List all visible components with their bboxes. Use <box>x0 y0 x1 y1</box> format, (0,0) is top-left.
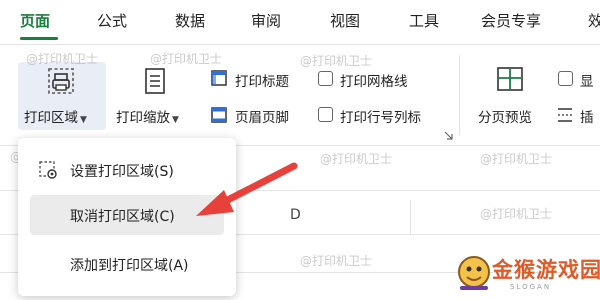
monkey-logo-icon <box>458 256 490 290</box>
tab-effect[interactable]: 效 <box>588 10 600 31</box>
print-gridlines-checkbox[interactable] <box>318 71 333 86</box>
brand-logo: 金猴游戏园 SLOGAN <box>452 248 600 298</box>
tab-member[interactable]: 会员专享 <box>481 10 541 31</box>
show-checkbox[interactable] <box>558 71 573 86</box>
set-print-area-icon <box>39 161 57 179</box>
print-scale-icon[interactable] <box>142 66 168 96</box>
tab-view[interactable]: 视图 <box>330 10 360 31</box>
dialog-launcher-icon[interactable] <box>444 131 453 140</box>
watermark-text: @打印机卫士 <box>480 152 553 166</box>
insert-icon <box>558 108 572 122</box>
red-arrow-annotation <box>196 162 298 216</box>
print-scale-label: 打印缩放 <box>116 110 170 126</box>
print-gridlines-label: 打印网格线 <box>340 74 408 90</box>
menu-item-label: 设置打印区域(S) <box>70 164 174 180</box>
print-row-col-headers-label: 打印行号列标 <box>340 110 421 126</box>
column-separator <box>410 200 411 234</box>
menu-item-label: 添加到打印区域(A) <box>70 258 189 274</box>
tab-formula[interactable]: 公式 <box>97 10 127 31</box>
watermark-text: @打印机卫士 <box>320 152 393 166</box>
active-tab-indicator <box>20 37 58 40</box>
insert-label[interactable]: 插 <box>580 106 594 126</box>
chevron-down-icon: ▼ <box>172 115 179 125</box>
print-area-label: 打印区域 <box>24 110 78 126</box>
chevron-down-icon: ▼ <box>80 115 87 125</box>
menu-item-label: 取消打印区域(C) <box>70 209 175 225</box>
tab-page[interactable]: 页面 <box>20 10 50 31</box>
logo-text: 金猴游戏园 <box>492 258 600 282</box>
print-row-col-headers-checkbox[interactable] <box>318 107 333 122</box>
print-titles-button[interactable]: 打印标题 <box>235 70 289 90</box>
logo-slogan: SLOGAN <box>510 283 552 291</box>
page-break-preview-button[interactable]: 分页预览 <box>478 106 532 126</box>
tab-review[interactable]: 审阅 <box>251 10 281 31</box>
print-area-icon[interactable] <box>46 66 76 96</box>
header-footer-icon <box>211 107 227 123</box>
print-area-button[interactable]: 打印区域 ▼ <box>24 106 87 126</box>
show-label: 显 <box>580 74 594 90</box>
ribbon-tab-bar: 页面 公式 数据 审阅 视图 工具 会员专享 效 <box>0 0 600 44</box>
print-scale-button[interactable]: 打印缩放 ▼ <box>116 106 179 126</box>
ribbon-separator <box>459 55 460 135</box>
watermark-text: @打印机卫士 <box>300 254 373 268</box>
header-footer-button[interactable]: 页眉页脚 <box>235 106 289 126</box>
watermark-text: @打印机卫士 <box>480 207 553 221</box>
page-break-preview-icon[interactable] <box>494 64 526 94</box>
tab-data[interactable]: 数据 <box>175 10 205 31</box>
tab-tools[interactable]: 工具 <box>409 10 439 31</box>
menu-item-add-to-print-area[interactable]: 添加到打印区域(A) <box>18 244 236 284</box>
print-titles-icon <box>211 70 227 86</box>
